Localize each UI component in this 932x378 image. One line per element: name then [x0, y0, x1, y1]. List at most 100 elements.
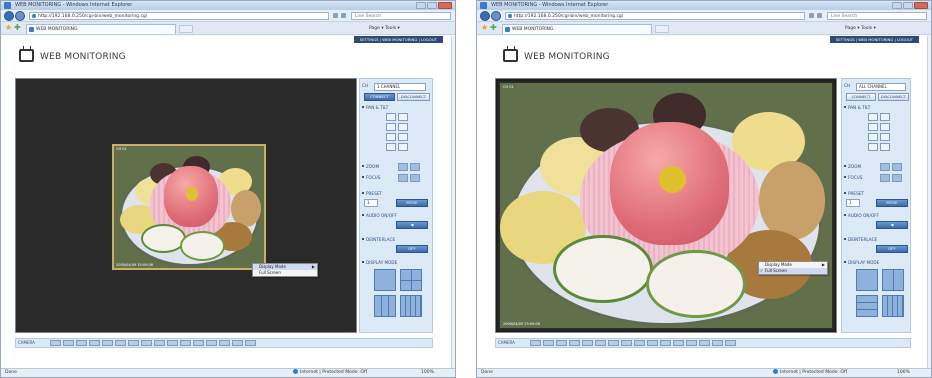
camera-button[interactable] — [232, 340, 243, 346]
pan-stop-button[interactable] — [880, 143, 890, 151]
camera-frame[interactable]: CH 01 2009/04/09 15:09:06 — [112, 144, 266, 270]
refresh-icon[interactable] — [333, 13, 338, 18]
browser-tab[interactable]: WEB MONITORING — [26, 24, 176, 34]
forward-button[interactable] — [15, 11, 25, 21]
layout-16-button[interactable] — [882, 295, 904, 317]
camera-button[interactable] — [206, 340, 217, 346]
zoom-out-button[interactable] — [880, 163, 890, 171]
zoom-in-button[interactable] — [410, 163, 420, 171]
camera-button[interactable] — [569, 340, 580, 346]
disconnect-button[interactable]: DISCONNECT — [397, 93, 430, 101]
preset-select[interactable]: 1 — [846, 199, 860, 207]
connect-button[interactable]: CONNECT — [364, 93, 395, 101]
forward-button[interactable] — [491, 11, 501, 21]
menu-item-full-screen[interactable]: Full Screen — [253, 270, 317, 276]
zoom-in-button[interactable] — [892, 163, 902, 171]
camera-button[interactable] — [556, 340, 567, 346]
menu-item-full-screen[interactable]: ✓ Full Screen — [759, 268, 827, 274]
pan-right-button[interactable] — [398, 123, 408, 131]
camera-button[interactable] — [725, 340, 736, 346]
video-viewer[interactable]: CH 01 2009/04/09 15:09:06 Display Mode ▶ … — [495, 78, 837, 333]
top-nav[interactable]: SETTINGS | WEB MONITORING | LOGOUT — [829, 36, 919, 43]
layout-2-button[interactable] — [882, 269, 904, 291]
tilt-down-button[interactable] — [880, 133, 890, 141]
favorites-star-icon[interactable]: ★ — [5, 24, 13, 32]
camera-button[interactable] — [50, 340, 61, 346]
pan-stop-button[interactable] — [398, 143, 408, 151]
browser-tab[interactable]: WEB MONITORING — [502, 24, 652, 34]
url-input[interactable]: http://192.168.0.250/cgi-bin/web_monitor… — [505, 12, 805, 20]
back-button[interactable] — [480, 11, 490, 21]
focus-near-button[interactable] — [880, 174, 890, 182]
camera-button[interactable] — [89, 340, 100, 346]
camera-button[interactable] — [621, 340, 632, 346]
disconnect-button[interactable]: DISCONNECT — [878, 93, 909, 101]
camera-button[interactable] — [115, 340, 126, 346]
audio-toggle[interactable]: ◀ — [876, 221, 908, 229]
pan-left-button[interactable] — [868, 123, 878, 131]
camera-button[interactable] — [582, 340, 593, 346]
tools-menu[interactable]: Page ▾ Tools ▾ — [369, 25, 400, 32]
camera-button[interactable] — [193, 340, 204, 346]
close-button[interactable] — [914, 2, 928, 9]
layout-4-button[interactable] — [400, 269, 422, 291]
camera-button[interactable] — [141, 340, 152, 346]
layout-1-button[interactable] — [374, 269, 396, 291]
camera-button[interactable] — [686, 340, 697, 346]
pan-down-left-button[interactable] — [386, 133, 396, 141]
channel-select[interactable]: ALL CHANNEL — [856, 83, 906, 91]
camera-button[interactable] — [634, 340, 645, 346]
zoom-out-button[interactable] — [398, 163, 408, 171]
layout-9-button[interactable] — [374, 295, 396, 317]
focus-near-button[interactable] — [398, 174, 408, 182]
pan-down-left-button[interactable] — [868, 133, 878, 141]
camera-button[interactable] — [647, 340, 658, 346]
zoom-level[interactable]: 100% — [421, 369, 434, 377]
back-button[interactable] — [4, 11, 14, 21]
deinterlace-toggle[interactable]: OFF — [876, 245, 908, 253]
camera-button[interactable] — [673, 340, 684, 346]
camera-frame-fullscreen[interactable]: CH 01 2009/04/09 15:09:06 — [498, 81, 834, 330]
video-viewer[interactable]: CH 01 2009/04/09 15:09:06 Display Mode ▶ … — [15, 78, 357, 333]
camera-button[interactable] — [167, 340, 178, 346]
tools-menu[interactable]: Page ▾ Tools ▾ — [845, 25, 876, 32]
focus-far-button[interactable] — [892, 174, 902, 182]
camera-button[interactable] — [180, 340, 191, 346]
camera-button[interactable] — [154, 340, 165, 346]
layout-16-button[interactable] — [400, 295, 422, 317]
pan-home-button[interactable] — [868, 143, 878, 151]
pan-left-button[interactable] — [386, 123, 396, 131]
stop-icon[interactable] — [817, 13, 822, 18]
url-input[interactable]: http://192.168.0.250/cgi-bin/web_monitor… — [29, 12, 329, 20]
minimize-button[interactable] — [416, 2, 426, 9]
minimize-button[interactable] — [892, 2, 902, 9]
layout-3-button[interactable] — [856, 295, 878, 317]
camera-button[interactable] — [608, 340, 619, 346]
camera-button[interactable] — [219, 340, 230, 346]
camera-button[interactable] — [128, 340, 139, 346]
camera-button[interactable] — [63, 340, 74, 346]
deinterlace-toggle[interactable]: OFF — [396, 245, 428, 253]
connect-button[interactable]: CONNECT — [846, 93, 876, 101]
camera-button[interactable] — [595, 340, 606, 346]
pan-up-right-button[interactable] — [880, 113, 890, 121]
channel-select[interactable]: 1 CHANNEL — [374, 83, 426, 91]
pan-home-button[interactable] — [386, 143, 396, 151]
tilt-down-button[interactable] — [398, 133, 408, 141]
focus-far-button[interactable] — [410, 174, 420, 182]
new-tab-button[interactable] — [179, 25, 193, 33]
move-button[interactable]: MOVE — [876, 199, 908, 207]
camera-button[interactable] — [245, 340, 256, 346]
maximize-button[interactable] — [427, 2, 437, 9]
audio-toggle[interactable]: ◀ — [396, 221, 428, 229]
stop-icon[interactable] — [341, 13, 346, 18]
add-favorites-icon[interactable]: ✚ — [490, 24, 498, 32]
top-nav[interactable]: SETTINGS | WEB MONITORING | LOGOUT — [353, 36, 443, 43]
zoom-level[interactable]: 100% — [897, 369, 910, 377]
favorites-star-icon[interactable]: ★ — [481, 24, 489, 32]
search-input[interactable]: Live Search — [827, 12, 927, 20]
camera-button[interactable] — [712, 340, 723, 346]
camera-button[interactable] — [699, 340, 710, 346]
move-button[interactable]: MOVE — [396, 199, 428, 207]
camera-button[interactable] — [660, 340, 671, 346]
